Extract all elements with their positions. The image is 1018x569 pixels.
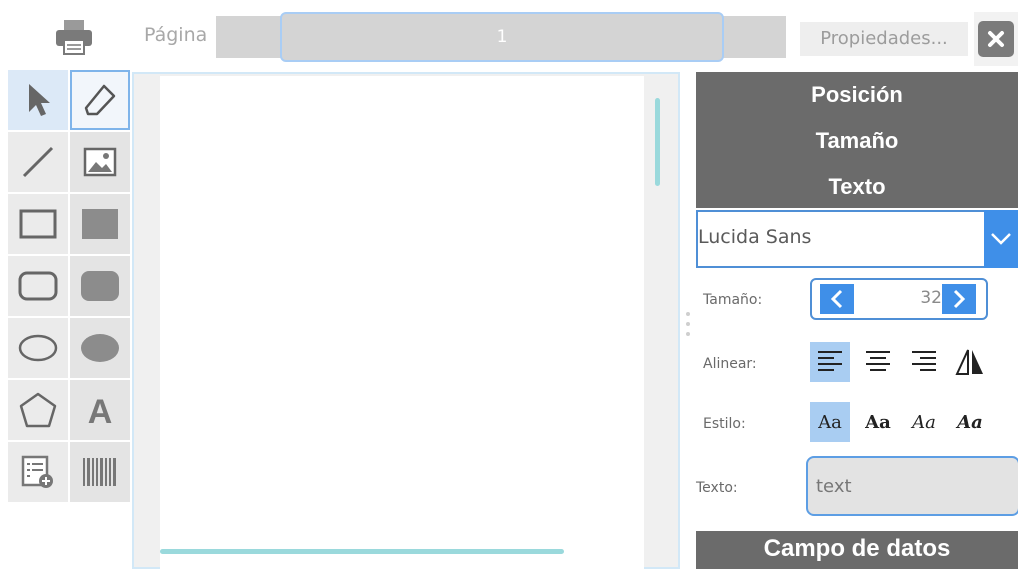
barcode-icon <box>83 458 116 486</box>
svg-text:A: A <box>88 393 113 427</box>
section-data-field[interactable]: Campo de datos <box>696 531 1018 569</box>
eraser-icon <box>84 84 116 116</box>
section-text[interactable]: Texto <box>696 174 1018 200</box>
tool-line-button[interactable] <box>8 132 68 192</box>
section-position[interactable]: Posición <box>696 82 1018 108</box>
chevron-down-icon[interactable] <box>984 210 1018 268</box>
mirror-button[interactable] <box>950 342 990 382</box>
text-label: Texto: <box>696 480 738 496</box>
text-a-icon: A <box>88 393 113 427</box>
align-right-button[interactable] <box>904 342 944 382</box>
mirror-icon <box>955 349 983 375</box>
label-page-canvas[interactable] <box>160 76 644 569</box>
tool-text-button[interactable]: A <box>70 380 130 440</box>
style-bold-button[interactable]: Aa <box>858 402 898 442</box>
style-bold-italic-button[interactable]: Aa <box>950 402 990 442</box>
close-icon <box>978 21 1014 57</box>
align-left-icon <box>818 351 842 371</box>
horizontal-scrollbar[interactable] <box>160 549 564 554</box>
panel-splitter-handle[interactable] <box>686 312 690 346</box>
page-number-input[interactable] <box>280 12 724 62</box>
decrease-size-button[interactable] <box>820 284 854 314</box>
tool-select-button[interactable] <box>8 70 68 130</box>
tool-rounded-rectangle-button[interactable] <box>8 256 68 316</box>
tool-barcode-button[interactable] <box>70 442 130 502</box>
style-regular-button[interactable]: Aa <box>810 402 850 442</box>
section-size[interactable]: Tamaño <box>696 128 1018 154</box>
chevron-right-icon <box>953 289 966 309</box>
rectangle-filled-icon <box>82 209 118 239</box>
align-left-button[interactable] <box>810 342 850 382</box>
tool-rectangle-button[interactable] <box>8 194 68 254</box>
font-family-value: Lucida Sans <box>698 226 812 248</box>
tool-rounded-rectangle-filled-button[interactable] <box>70 256 130 316</box>
font-size-stepper[interactable]: 32 <box>810 278 988 320</box>
image-icon <box>83 147 117 177</box>
align-label: Alinear: <box>703 356 757 372</box>
ellipse-filled-icon <box>81 334 119 362</box>
chevron-left-icon <box>830 289 843 309</box>
printer-icon <box>56 20 92 55</box>
style-italic-button[interactable]: Aa <box>904 402 944 442</box>
tool-eraser-button[interactable] <box>70 70 130 130</box>
tool-rectangle-filled-button[interactable] <box>70 194 130 254</box>
add-field-icon <box>21 455 53 488</box>
properties-button[interactable]: Propiedades... <box>800 22 968 56</box>
section-data-field-label: Campo de datos <box>763 535 951 562</box>
tool-image-button[interactable] <box>70 132 130 192</box>
font-size-value: 32 <box>920 288 942 308</box>
align-center-button[interactable] <box>858 342 898 382</box>
close-button[interactable] <box>974 12 1018 66</box>
print-button[interactable] <box>46 12 102 62</box>
tool-polygon-button[interactable] <box>8 380 68 440</box>
font-family-select[interactable]: Lucida Sans <box>696 210 1018 268</box>
rounded-rectangle-filled-icon <box>81 271 119 301</box>
panel-section-headers: Posición Tamaño Texto <box>696 72 1018 208</box>
page-label: Página <box>144 24 208 46</box>
align-right-icon <box>912 351 936 371</box>
size-label: Tamaño: <box>703 292 763 308</box>
tool-data-field-button[interactable] <box>8 442 68 502</box>
rounded-rectangle-outline-icon <box>18 271 58 301</box>
drawing-tools-palette: A <box>8 70 130 502</box>
tool-ellipse-filled-button[interactable] <box>70 318 130 378</box>
line-icon <box>22 146 54 178</box>
align-center-icon <box>866 351 890 371</box>
tool-ellipse-button[interactable] <box>8 318 68 378</box>
increase-size-button[interactable] <box>942 284 976 314</box>
pentagon-icon <box>19 392 57 428</box>
vertical-scrollbar[interactable] <box>655 98 660 186</box>
rectangle-outline-icon <box>19 209 57 239</box>
text-content-input[interactable] <box>806 456 1018 516</box>
ellipse-outline-icon <box>18 334 58 362</box>
cursor-arrow-icon <box>29 84 50 116</box>
style-label: Estilo: <box>703 416 746 432</box>
